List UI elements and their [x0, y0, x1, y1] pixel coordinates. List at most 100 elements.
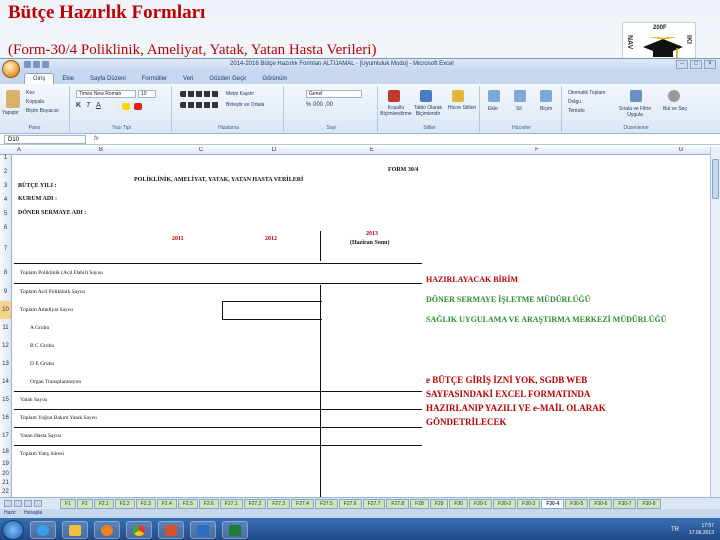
- sheet-tab[interactable]: F27.1: [219, 498, 243, 509]
- insert-cells-button[interactable]: Ekle: [488, 106, 498, 112]
- row-header[interactable]: 13: [0, 355, 12, 373]
- cell-styles-icon[interactable]: [452, 90, 464, 102]
- column-header[interactable]: B: [26, 147, 176, 153]
- cell-styles-button[interactable]: Hücre Stilleri: [446, 105, 478, 111]
- column-header[interactable]: F: [422, 147, 652, 153]
- tab-insert[interactable]: Ekle: [54, 74, 82, 84]
- sheet-tab[interactable]: F2.3: [135, 498, 156, 509]
- column-header[interactable]: A: [12, 147, 26, 153]
- underline-button[interactable]: A: [96, 102, 101, 109]
- sheet-tab[interactable]: F30-3: [517, 498, 541, 509]
- worksheet[interactable]: A B C D E F G 1 2 3 4 5 6 7 8 9 10 11 12…: [0, 147, 710, 497]
- next-sheet-button[interactable]: [24, 500, 32, 507]
- merge-center-button[interactable]: Birleştir ve Ortala: [226, 102, 264, 108]
- sheet-tab[interactable]: F2.1: [93, 498, 114, 509]
- row-header[interactable]: 19: [0, 459, 12, 469]
- row-header[interactable]: 11: [0, 319, 12, 337]
- row-header[interactable]: 21: [0, 479, 12, 488]
- sheet-tab[interactable]: F2.2: [114, 498, 135, 509]
- save-icon[interactable]: [24, 61, 31, 68]
- clear-button[interactable]: Temizle: [568, 108, 585, 114]
- sheet-tab[interactable]: F30-2: [493, 498, 517, 509]
- bold-button[interactable]: K: [76, 102, 81, 109]
- tab-review[interactable]: Gözden Geçir: [201, 74, 254, 84]
- office-button[interactable]: [2, 60, 20, 78]
- find-select-button[interactable]: Bul ve Seç: [660, 106, 690, 112]
- find-select-icon[interactable]: [668, 90, 680, 102]
- copy-button[interactable]: Kopyala: [26, 99, 44, 105]
- row-header[interactable]: 15: [0, 391, 12, 409]
- delete-cells-button[interactable]: Sil: [516, 106, 522, 112]
- row-header[interactable]: 2: [0, 165, 12, 179]
- taskbar-chrome[interactable]: [126, 520, 152, 539]
- first-sheet-button[interactable]: [4, 500, 12, 507]
- sheet-tab[interactable]: F27.8: [386, 498, 410, 509]
- fx-icon[interactable]: fx: [94, 136, 99, 142]
- sort-filter-button[interactable]: Sırala ve Filtre Uygula: [614, 106, 656, 118]
- sheet-tab[interactable]: F27.5: [314, 498, 338, 509]
- prev-sheet-button[interactable]: [14, 500, 22, 507]
- tab-view[interactable]: Görünüm: [254, 74, 295, 84]
- row-header[interactable]: 10: [0, 301, 12, 319]
- column-header[interactable]: C: [176, 147, 226, 153]
- number-format-select[interactable]: Genel: [306, 90, 362, 98]
- tab-home[interactable]: Giriş: [24, 73, 55, 84]
- sheet-tab[interactable]: F2.6: [198, 498, 219, 509]
- row-header[interactable]: 1: [0, 155, 12, 165]
- font-size-select[interactable]: 10: [138, 90, 156, 98]
- tray-language[interactable]: TR: [671, 527, 679, 533]
- scrollbar-thumb[interactable]: [712, 159, 719, 199]
- sheet-tab[interactable]: F27.6: [338, 498, 362, 509]
- undo-icon[interactable]: [33, 61, 40, 68]
- conditional-formatting-button[interactable]: Koşullu Biçimlendirme: [380, 105, 412, 117]
- sheet-tab-active[interactable]: F30-4: [541, 498, 565, 509]
- format-cells-button[interactable]: Biçim: [540, 106, 552, 112]
- indent-icons[interactable]: [180, 102, 220, 108]
- autosum-button[interactable]: Otomatik Toplam: [568, 90, 605, 96]
- row-header[interactable]: 7: [0, 235, 12, 263]
- delete-cells-icon[interactable]: [514, 90, 526, 102]
- minimize-button[interactable]: –: [676, 60, 688, 69]
- row-header[interactable]: 6: [0, 221, 12, 235]
- paste-icon[interactable]: [6, 90, 20, 108]
- row-header[interactable]: 12: [0, 337, 12, 355]
- taskbar-excel[interactable]: [222, 520, 248, 539]
- name-box[interactable]: D10: [4, 134, 86, 144]
- sheet-tab[interactable]: F27.4: [291, 498, 314, 509]
- tab-formulas[interactable]: Formüller: [134, 74, 175, 84]
- vertical-scrollbar[interactable]: [710, 147, 720, 497]
- taskbar-outlook[interactable]: [190, 520, 216, 539]
- insert-cells-icon[interactable]: [488, 90, 500, 102]
- system-clock[interactable]: 17:57 17.06.2013: [689, 523, 714, 537]
- row-header[interactable]: 14: [0, 373, 12, 391]
- cut-button[interactable]: Kes: [26, 90, 35, 96]
- sheet-tab[interactable]: F30-7: [613, 498, 637, 509]
- sheet-tab[interactable]: F30-6: [589, 498, 613, 509]
- row-header[interactable]: 8: [0, 263, 12, 283]
- sheet-tab[interactable]: F27.2: [243, 498, 267, 509]
- column-header[interactable]: G: [652, 147, 710, 153]
- row-header[interactable]: 9: [0, 283, 12, 301]
- row-header[interactable]: 22: [0, 488, 12, 497]
- format-as-table-button[interactable]: Tablo Olarak Biçimlendir: [412, 105, 444, 117]
- row-header[interactable]: 20: [0, 469, 12, 479]
- sheet-tab[interactable]: F29: [429, 498, 449, 509]
- fill-button[interactable]: Dolgu: [568, 99, 581, 105]
- column-header[interactable]: D: [226, 147, 322, 153]
- wrap-text-button[interactable]: Metni Kaydır: [226, 91, 254, 97]
- format-cells-icon[interactable]: [540, 90, 552, 102]
- start-button[interactable]: [2, 519, 24, 540]
- sheet-tab[interactable]: F2.4: [156, 498, 177, 509]
- tab-page-layout[interactable]: Sayfa Düzeni: [82, 74, 134, 84]
- sheet-tab[interactable]: F30-8: [637, 498, 661, 509]
- sort-filter-icon[interactable]: [630, 90, 642, 102]
- sheet-tab[interactable]: F2: [76, 498, 93, 509]
- font-color-icon[interactable]: [134, 103, 142, 110]
- row-header[interactable]: 17: [0, 427, 12, 445]
- taskbar-media[interactable]: [94, 520, 120, 539]
- row-header[interactable]: 4: [0, 193, 12, 207]
- font-name-select[interactable]: Times New Roman: [76, 90, 136, 98]
- maximize-button[interactable]: □: [690, 60, 702, 69]
- format-painter-button[interactable]: Biçim Boyacısı: [26, 108, 59, 114]
- currency-button[interactable]: % 000 ,00: [306, 102, 333, 108]
